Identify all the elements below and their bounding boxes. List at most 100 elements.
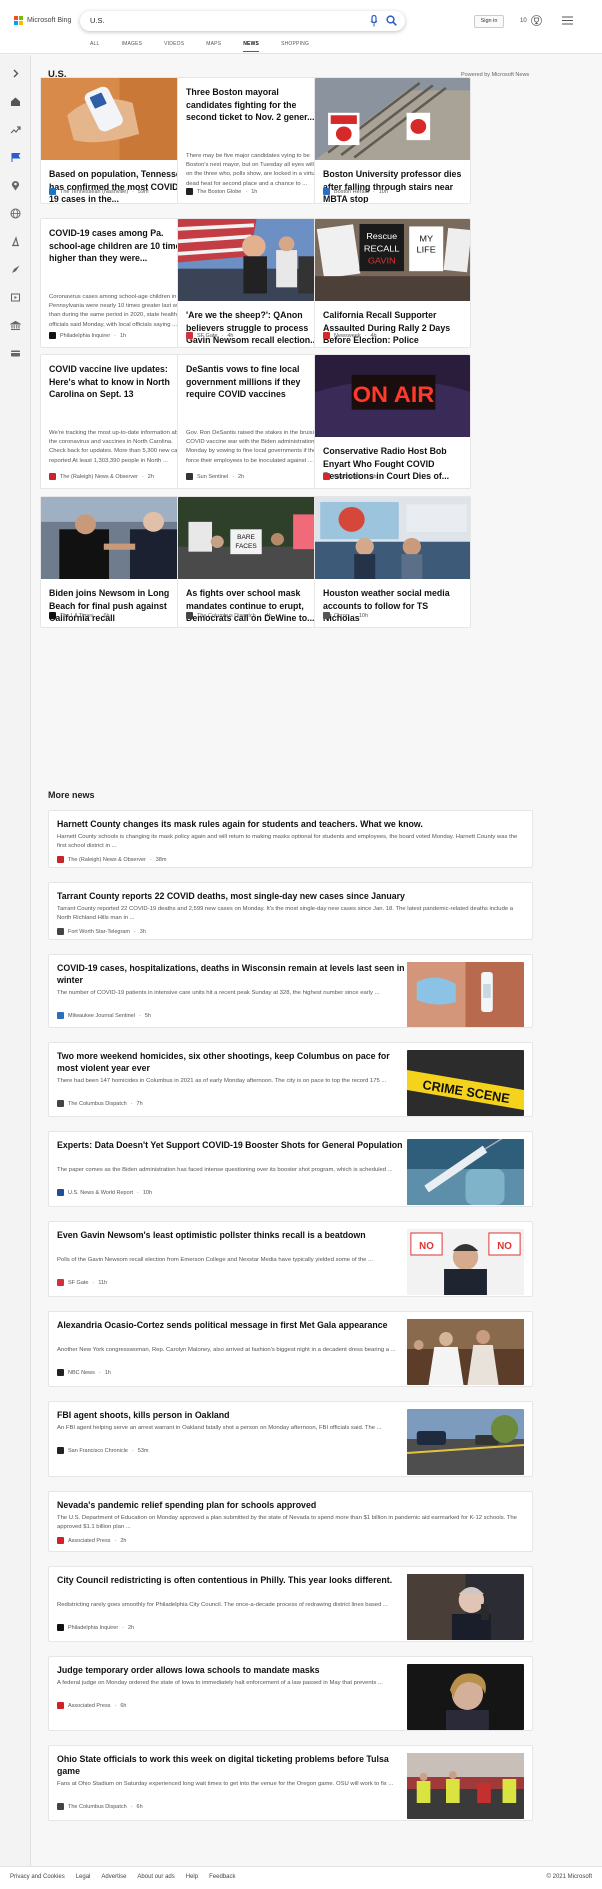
more-news-item[interactable]: Even Gavin Newsom's least optimistic pol… — [48, 1221, 533, 1297]
more-news-item[interactable]: Ohio State officials to work this week o… — [48, 1745, 533, 1821]
more-news-thumbnail[interactable] — [407, 1409, 524, 1475]
footer-link-help[interactable]: Help — [186, 1874, 198, 1880]
more-news-source[interactable]: SF Gate · 11h — [57, 1279, 107, 1286]
more-news-title[interactable]: Nevada's pandemic relief spending plan f… — [57, 1499, 525, 1511]
more-news-source[interactable]: Associated Press · 2h — [57, 1537, 126, 1544]
news-card-title[interactable]: California Recall Supporter Assaulted Du… — [323, 309, 464, 347]
world-globe-icon[interactable] — [10, 208, 21, 219]
news-card-image[interactable] — [41, 78, 196, 160]
more-news-title[interactable]: Experts: Data Doesn't Yet Support COVID-… — [57, 1139, 407, 1151]
news-card[interactable]: Based on population, Tennessee has confi… — [40, 77, 197, 204]
microphone-icon[interactable] — [370, 15, 378, 27]
more-news-source[interactable]: The (Raleigh) News & Observer · 38m — [57, 856, 167, 863]
more-news-title[interactable]: Tarrant County reports 22 COVID deaths, … — [57, 890, 525, 902]
news-card-image[interactable] — [315, 497, 470, 579]
more-news-thumbnail[interactable] — [407, 1664, 524, 1730]
menu-hamburger-icon[interactable] — [562, 16, 573, 25]
footer-link-advertise[interactable]: Advertise — [101, 1874, 126, 1880]
news-card-title[interactable]: Three Boston mayoral candidates fighting… — [186, 86, 327, 124]
news-card-title[interactable]: Boston University professor dies after f… — [323, 168, 464, 203]
trending-icon[interactable] — [10, 124, 21, 135]
more-news-item[interactable]: Alexandria Ocasio-Cortez sends political… — [48, 1311, 533, 1387]
news-card[interactable]: Biden joins Newsom in Long Beach for fin… — [40, 496, 197, 628]
search-box[interactable]: U.S. — [80, 11, 405, 31]
news-card-source[interactable]: Chron · 10h — [323, 612, 368, 619]
more-news-thumbnail[interactable] — [407, 962, 524, 1027]
more-news-item[interactable]: Judge temporary order allows Iowa school… — [48, 1656, 533, 1731]
more-news-source[interactable]: U.S. News & World Report · 10h — [57, 1189, 152, 1196]
tab-news[interactable]: NEWS — [243, 41, 260, 52]
bing-logo[interactable]: Microsoft Bing — [14, 16, 71, 25]
news-card[interactable]: Rescue RECALL GAVIN MY LIFE California Recall… — [314, 218, 471, 348]
home-icon[interactable] — [10, 96, 21, 107]
more-news-item[interactable]: Tarrant County reports 22 COVID deaths, … — [48, 882, 533, 940]
news-card-image[interactable]: Rescue RECALL GAVIN MY LIFE — [315, 219, 470, 301]
news-card[interactable]: Houston weather social media accounts to… — [314, 496, 471, 628]
more-news-item[interactable]: Nevada's pandemic relief spending plan f… — [48, 1491, 533, 1552]
tab-maps[interactable]: MAPS — [206, 41, 221, 52]
news-card[interactable]: COVID vaccine live updates: Here's what … — [40, 354, 197, 489]
news-card-source[interactable]: Newsweek · 4h — [323, 332, 377, 339]
news-card-source[interactable]: The (Raleigh) News & Observer · 2h — [49, 473, 154, 480]
news-card[interactable]: DeSantis vows to fine local government m… — [177, 354, 334, 489]
more-news-title[interactable]: Alexandria Ocasio-Cortez sends political… — [57, 1319, 407, 1331]
tab-all[interactable]: ALL — [90, 41, 100, 52]
more-news-title[interactable]: Judge temporary order allows Iowa school… — [57, 1664, 407, 1676]
tab-images[interactable]: IMAGES — [122, 41, 143, 52]
more-news-source[interactable]: Fort Worth Star-Telegram · 3h — [57, 928, 146, 935]
more-news-source[interactable]: NBC News · 1h — [57, 1369, 111, 1376]
sign-in-button[interactable]: Sign in — [474, 15, 504, 28]
news-card[interactable]: Three Boston mayoral candidates fighting… — [177, 77, 334, 204]
news-card-source[interactable]: SF Gate · 4h — [186, 332, 233, 339]
more-news-title[interactable]: Ohio State officials to work this week o… — [57, 1753, 407, 1777]
more-news-source[interactable]: The Columbus Dispatch · 7h — [57, 1100, 143, 1107]
more-news-item[interactable]: Two more weekend homicides, six other sh… — [48, 1042, 533, 1117]
more-news-source[interactable]: Milwaukee Journal Sentinel · 5h — [57, 1012, 151, 1019]
tab-videos[interactable]: VIDEOS — [164, 41, 184, 52]
news-card-image[interactable] — [41, 497, 196, 579]
news-card[interactable]: ON AIR Conservative Radio Host Bob Enyart… — [314, 354, 471, 489]
news-card-image[interactable] — [178, 219, 333, 301]
more-news-title[interactable]: City Council redistricting is often cont… — [57, 1574, 407, 1586]
expand-chevron-icon[interactable] — [10, 68, 21, 79]
more-news-item[interactable]: Experts: Data Doesn't Yet Support COVID-… — [48, 1131, 533, 1207]
news-card-source[interactable]: Newsweek · 1h — [323, 473, 377, 480]
news-card-source[interactable]: The LA Times · 6h — [49, 612, 110, 619]
more-news-item[interactable]: City Council redistricting is often cont… — [48, 1566, 533, 1642]
footer-link-privacy[interactable]: Privacy and Cookies — [10, 1874, 65, 1880]
more-news-thumbnail[interactable] — [407, 1319, 524, 1385]
footer-link-legal[interactable]: Legal — [76, 1874, 91, 1880]
news-card-title[interactable]: COVID vaccine live updates: Here's what … — [49, 363, 190, 401]
science-rocket-icon[interactable] — [10, 264, 21, 275]
more-news-item[interactable]: FBI agent shoots, kills person in Oaklan… — [48, 1401, 533, 1477]
news-card-source[interactable]: Sun Sentinel · 2h — [186, 473, 244, 480]
more-news-source[interactable]: Associated Press · 6h — [57, 1702, 126, 1709]
news-card-image[interactable]: BARE FACES — [178, 497, 333, 579]
news-card-image[interactable] — [315, 78, 470, 160]
more-news-title[interactable]: COVID-19 cases, hospitalizations, deaths… — [57, 962, 407, 986]
local-pin-icon[interactable] — [10, 180, 21, 191]
more-news-title[interactable]: Even Gavin Newsom's least optimistic pol… — [57, 1229, 407, 1241]
news-card-title[interactable]: DeSantis vows to fine local government m… — [186, 363, 327, 401]
more-news-thumbnail[interactable]: CRIME SCENE — [407, 1050, 524, 1116]
more-news-item[interactable]: Harnett County changes its mask rules ag… — [48, 810, 533, 868]
tech-card-icon[interactable] — [10, 348, 21, 359]
more-news-thumbnail[interactable] — [407, 1574, 524, 1640]
news-card-source[interactable]: The Boston Globe · 1h — [186, 188, 257, 195]
news-card-title[interactable]: Based on population, Tennessee has confi… — [49, 168, 190, 203]
politics-icon[interactable] — [10, 236, 21, 247]
news-card-title[interactable]: COVID-19 cases among Pa. school-age chil… — [49, 227, 190, 265]
more-news-thumbnail[interactable]: NO NO — [407, 1229, 524, 1295]
money-bank-icon[interactable] — [10, 320, 21, 331]
more-news-source[interactable]: The Columbus Dispatch · 6h — [57, 1803, 143, 1810]
news-card-source[interactable]: The Columbus Dispatch · 4h — [186, 612, 272, 619]
news-card-source[interactable]: Boston Herald · 10h — [323, 188, 388, 195]
more-news-source[interactable]: San Francisco Chronicle · 53m — [57, 1447, 148, 1454]
news-card-source[interactable]: Philadelphia Inquirer · 1h — [49, 332, 126, 339]
rewards-button[interactable]: 10 — [520, 15, 542, 26]
entertainment-icon[interactable] — [10, 292, 21, 303]
us-flag-icon[interactable] — [10, 152, 21, 163]
more-news-thumbnail[interactable] — [407, 1139, 524, 1205]
more-news-title[interactable]: Harnett County changes its mask rules ag… — [57, 818, 525, 830]
more-news-thumbnail[interactable] — [407, 1753, 524, 1819]
